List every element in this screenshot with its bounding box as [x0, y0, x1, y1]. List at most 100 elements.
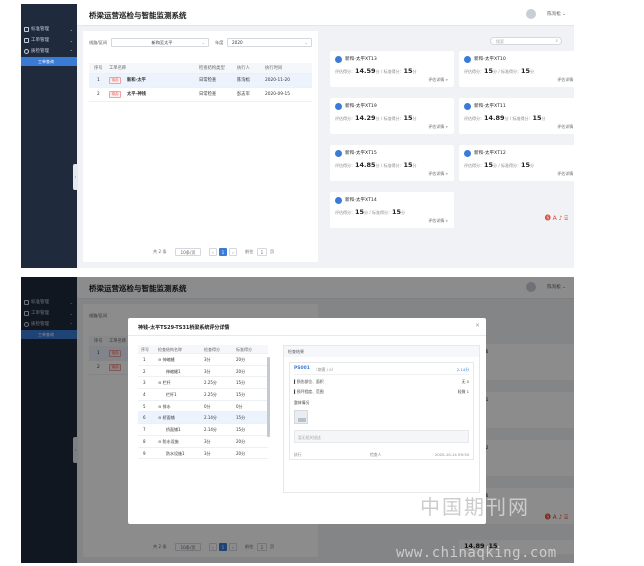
evaluation-card[interactable]: 新和-太平XT10评估得分：15分 / 标准得分：15分评估详情 » — [459, 51, 574, 87]
search-icon: ⌕ — [555, 39, 558, 44]
sidebar-collapse-handle[interactable]: ‹ — [73, 164, 78, 190]
row-no: 4 — [143, 392, 146, 398]
filter-bar: 线路/区间 新和至太平 ⌄ 年度 2020 ⌄ — [89, 38, 312, 48]
evaluation-card[interactable]: 新和-太平XT14 评估得分：15分 / 标准得分：15分 评估详情 » — [330, 192, 454, 228]
quality-icon — [24, 49, 29, 54]
bridge-icon — [464, 56, 471, 63]
row-no: 3 — [143, 380, 146, 386]
score-table-row[interactable]: 1 ⊖ 伸缩缝 3分 20分 — [138, 354, 268, 366]
std-score: 15 — [403, 67, 413, 75]
user-name[interactable]: 陈洵松 ⌄ — [547, 11, 566, 17]
bridge-select-value: 新和至太平 — [151, 40, 173, 45]
detail-link[interactable]: 评估详情 » — [428, 218, 448, 224]
prev-page-button[interactable]: ‹ — [209, 248, 217, 256]
bridge-select[interactable]: 新和至太平 ⌄ — [111, 38, 209, 47]
footer-left: 执行 — [294, 452, 302, 457]
goto-page-input[interactable]: 1 — [257, 248, 267, 256]
evaluation-card[interactable]: 新和-太平XT15 评估得分：14.85分 / 标准得分：15分 评估详情 » — [330, 145, 454, 181]
sidebar-item-label: 标准管理 — [31, 27, 49, 32]
eval-unit: 分 — [364, 210, 369, 215]
search-input[interactable]: 搜索 ⌕ — [490, 37, 562, 45]
score-table-row[interactable]: 9 防水设施1 3分 20分 — [138, 448, 268, 460]
workorder-icon — [24, 38, 29, 43]
sidebar-subitem-workorder-query[interactable]: 工单查询 — [21, 57, 77, 66]
toolbar-icons: 🅢 A ♪ ⌸ — [544, 215, 568, 222]
row-standard: 15分 — [236, 380, 246, 386]
score-table-row[interactable]: 8 ⊖ 防水设施 3分 20分 — [138, 436, 268, 448]
eval-unit: 分 — [375, 163, 380, 168]
score-table-row[interactable]: 7 桥面铺1 2.14分 15分 — [138, 424, 268, 436]
workorder-list-pane: 线路/区间 新和至太平 ⌄ 年度 2020 ⌄ 序号 工单名称 检查结构类型 执… — [83, 31, 318, 262]
image-placeholder-icon[interactable] — [294, 410, 308, 424]
page-size-select[interactable]: 10条/页 — [175, 248, 201, 256]
std-score: 15 — [520, 67, 530, 75]
score-table-row[interactable]: 5 ⊖ 排水 0分 0分 — [138, 401, 268, 413]
evaluation-card[interactable]: 新和-太平XT12评估得分：15分 / 标准得分：15分评估详情 » — [459, 145, 574, 181]
inspection-result-panel: 检查结果 PS001 （病害 / 0） 2.14分 ▍损伤部位、面积 无 0 ▍… — [283, 345, 480, 493]
avatar[interactable] — [526, 9, 536, 19]
eval-label: 评估得分： — [335, 69, 355, 74]
result-item[interactable]: PS001 （病害 / 0） 2.14分 ▍损伤部位、面积 无 0 ▍损坏程度、… — [289, 362, 474, 460]
table-row[interactable]: 2 待办 太平-神钱 日常检查 彭志军 2020-09-15 — [89, 88, 312, 102]
evaluation-card[interactable]: 新和-太平XT19 评估得分：14.29分 / 标准得分：15分评估详情 » — [330, 98, 454, 134]
col-header-score: 检查得分 — [204, 347, 220, 352]
row-no: 2 — [97, 92, 100, 97]
row-structure: ⊖ 桥面铺 — [158, 415, 175, 421]
bridge-icon — [335, 103, 342, 110]
eval-unit: 分 — [493, 69, 498, 74]
row-standard: 15分 — [236, 392, 246, 398]
score-table-row[interactable]: 4 栏杆1 2.25分 15分 — [138, 389, 268, 401]
bridge-icon — [335, 197, 342, 204]
score-table-scrollbar[interactable] — [267, 357, 270, 437]
result-line2: ▍损坏程度、范围 — [294, 389, 324, 394]
row-score: 0分 — [204, 403, 211, 409]
score-table-row[interactable]: 2 伸缩缝1 3分 20分 — [138, 366, 268, 378]
sidebar-item-quality[interactable]: 质检管理 ⌃ — [21, 46, 77, 57]
row-no: 9 — [143, 450, 146, 456]
std-unit: 分 — [401, 210, 405, 215]
eval-unit: 分 — [504, 116, 509, 121]
result-score: 2.14分 — [456, 366, 469, 372]
card-score: 评估得分：14.85分 / 标准得分：15分 — [335, 161, 417, 170]
card-name: 新和-太平XT15 — [345, 151, 377, 156]
detail-link[interactable]: 评估详情 » — [557, 124, 574, 130]
next-page-button[interactable]: › — [229, 248, 237, 256]
evaluation-card[interactable]: 新和-太平XT13 评估得分：14.59分 / 标准得分：15分评估详情 » — [330, 51, 454, 87]
floating-toolbar[interactable]: 🅢 A ♪ ⌸ — [545, 213, 568, 223]
page-button-current[interactable]: 1 — [219, 248, 227, 256]
detail-link[interactable]: 评估详情 » — [428, 171, 448, 177]
eval-score: 14.59 — [355, 67, 376, 75]
card-name: 新和-太平XT11 — [474, 104, 506, 109]
card-name: 新和-太平XT13 — [345, 57, 377, 62]
card-name: 新和-太平XT19 — [345, 104, 377, 109]
row-type: 日常检查 — [199, 78, 217, 83]
detail-link[interactable]: 评估详情 » — [557, 171, 574, 177]
card-score: 评估得分：14.59分 / 标准得分：15分 — [335, 67, 417, 76]
score-table-row[interactable]: 3 ⊖ 栏杆 2.25分 15分 — [138, 377, 268, 390]
score-table: 序号 检查结构名称 检查得分 标准得分 1 ⊖ 伸缩缝 3分 20分 2 伸缩缝1 3分 20… — [138, 345, 268, 460]
result-line2-value: 轻微 1 — [457, 389, 469, 394]
card-score: 评估得分：14.29分 / 标准得分：15分 — [335, 114, 417, 123]
table-row[interactable]: 1 待办 新和-太平 日常检查 陈洵松 2020-11-20 — [89, 74, 312, 88]
detail-link[interactable]: 评估详情 » — [557, 77, 574, 83]
sidebar-item-workorder[interactable]: 工单管理 ⌄ — [21, 35, 77, 46]
description-box: 暂无相关描述 — [294, 430, 469, 443]
chevron-down-icon: ⌄ — [201, 40, 205, 45]
detail-link[interactable]: 评估详情 » — [428, 124, 448, 130]
eval-unit: 分 — [493, 163, 498, 168]
row-structure: ⊖ 栏杆 — [158, 380, 171, 386]
year-select[interactable]: 2020 ⌄ — [227, 38, 312, 47]
score-table-row[interactable]: 6 ⊖ 桥面铺 2.14分 15分 — [138, 412, 268, 425]
screen-main: 标准管理 ⌄ 工单管理 ⌄ 质检管理 ⌃ 工单查询 ‹ 桥梁运营巡检与智能监测系… — [21, 4, 574, 268]
chevron-up-icon: ⌃ — [69, 49, 73, 54]
close-icon[interactable]: × — [475, 322, 480, 329]
row-score: 2.14分 — [204, 415, 217, 421]
sidebar-item-standard[interactable]: 标准管理 ⌄ — [21, 24, 77, 35]
bridge-icon — [464, 150, 471, 157]
detail-link[interactable]: 评估详情 » — [428, 77, 448, 83]
evaluation-card[interactable]: 新和-太平XT11评估得分：14.89分 / 标准得分：15分评估详情 » — [459, 98, 574, 134]
std-score: 15 — [403, 161, 413, 169]
row-no: 1 — [143, 357, 146, 362]
col-header-type: 检查结构类型 — [199, 66, 225, 71]
row-structure: 栏杆1 — [166, 392, 177, 398]
